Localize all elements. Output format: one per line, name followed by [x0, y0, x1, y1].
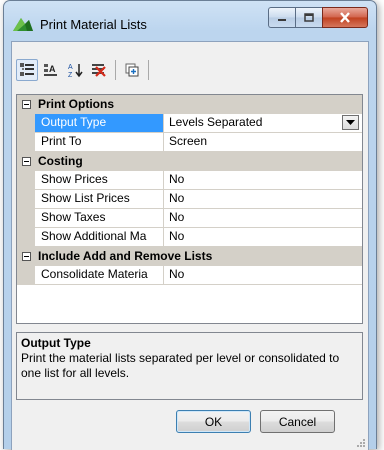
collapse-icon[interactable] — [22, 156, 31, 166]
title-bar[interactable]: Print Material Lists — [4, 1, 376, 41]
cancel-button[interactable]: Cancel — [260, 410, 335, 433]
collapse-icon[interactable] — [22, 251, 31, 261]
property-row-show-list-prices[interactable]: Show List Prices No — [17, 190, 362, 209]
row-gutter — [17, 114, 35, 132]
categorized-icon — [20, 63, 34, 76]
property-grid-toolbar: A A Z — [16, 57, 154, 83]
dialog-client-area: A A Z Print Options Output Type Levels S… — [11, 41, 369, 450]
property-row-print-to[interactable]: Print To Screen — [17, 133, 362, 152]
minimize-button[interactable] — [268, 7, 295, 28]
property-name: Output Type — [35, 114, 164, 132]
category-print-options[interactable]: Print Options — [17, 95, 362, 114]
description-title: Output Type — [21, 336, 91, 350]
expand-icon — [125, 63, 139, 77]
ok-button[interactable]: OK — [176, 410, 251, 433]
svg-text:Z: Z — [68, 72, 73, 78]
sort-az-icon: A Z — [68, 64, 83, 78]
alpha-group-icon: A — [44, 64, 57, 76]
output-type-select[interactable]: Levels Separated — [164, 114, 362, 132]
alphabetical-group-button[interactable]: A — [40, 59, 62, 81]
category-label: Print Options — [38, 97, 114, 111]
property-row-show-taxes[interactable]: Show Taxes No — [17, 209, 362, 228]
row-gutter — [17, 266, 35, 284]
property-grid: Print Options Output Type Levels Separat… — [16, 94, 363, 324]
row-gutter — [17, 171, 35, 189]
collapse-icon[interactable] — [22, 99, 31, 109]
description-panel: Output Type Print the material lists sep… — [16, 332, 363, 400]
property-row-output-type[interactable]: Output Type Levels Separated — [17, 114, 362, 133]
print-material-lists-window: Print Material Lists A A Z Print Options… — [3, 0, 377, 450]
property-value[interactable]: No — [164, 171, 362, 189]
app-icon — [12, 15, 34, 33]
property-value: Levels Separated — [169, 115, 263, 129]
property-name: Consolidate Materia — [35, 266, 164, 284]
property-row-consolidate[interactable]: Consolidate Materia No — [17, 266, 362, 285]
window-title: Print Material Lists — [40, 17, 147, 32]
property-name: Show Prices — [35, 171, 164, 189]
dropdown-button[interactable] — [342, 115, 359, 130]
category-costing[interactable]: Costing — [17, 152, 362, 171]
property-pages-icon — [92, 64, 106, 77]
toolbar-separator — [148, 60, 149, 80]
property-pages-button[interactable] — [88, 59, 110, 81]
property-value[interactable]: No — [164, 228, 362, 246]
maximize-button[interactable] — [295, 7, 322, 28]
close-button[interactable] — [322, 7, 368, 28]
maximize-icon — [304, 12, 314, 22]
row-gutter — [17, 228, 35, 246]
property-value[interactable]: Screen — [164, 133, 362, 151]
row-gutter — [17, 209, 35, 227]
category-label: Costing — [38, 154, 83, 168]
category-label: Include Add and Remove Lists — [38, 249, 213, 263]
property-name: Show List Prices — [35, 190, 164, 208]
category-include-lists[interactable]: Include Add and Remove Lists — [17, 247, 362, 266]
expand-button[interactable] — [121, 59, 143, 81]
property-row-show-additional[interactable]: Show Additional Ma No — [17, 228, 362, 247]
categorized-view-button[interactable] — [16, 59, 38, 81]
property-row-show-prices[interactable]: Show Prices No — [17, 171, 362, 190]
close-icon — [340, 12, 350, 23]
toolbar-separator — [115, 60, 116, 80]
chevron-down-icon — [346, 120, 355, 125]
row-gutter — [17, 190, 35, 208]
property-value[interactable]: No — [164, 209, 362, 227]
svg-text:A: A — [49, 64, 56, 74]
row-gutter — [17, 133, 35, 151]
svg-text:A: A — [68, 64, 73, 71]
sort-alphabetical-button[interactable]: A Z — [64, 59, 86, 81]
property-name: Print To — [35, 133, 164, 151]
property-name: Show Taxes — [35, 209, 164, 227]
description-text: Print the material lists separated per l… — [21, 351, 340, 380]
resize-grip-icon[interactable] — [356, 438, 366, 448]
property-value[interactable]: No — [164, 266, 362, 284]
property-name: Show Additional Ma — [35, 228, 164, 246]
property-value[interactable]: No — [164, 190, 362, 208]
caption-buttons — [268, 7, 368, 28]
minimize-icon — [278, 18, 286, 21]
